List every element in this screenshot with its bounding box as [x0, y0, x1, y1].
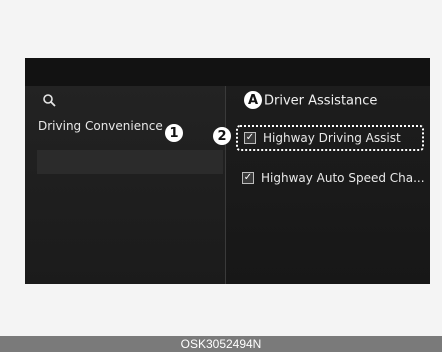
settings-category-panel — [25, 86, 225, 284]
option-label: Highway Driving Assist — [263, 131, 401, 145]
status-bar — [25, 58, 430, 86]
checkmark-icon[interactable]: ✓ — [244, 132, 256, 144]
image-code: OSK3052494N — [180, 337, 262, 351]
category-item-driving-convenience[interactable] — [37, 150, 223, 174]
section-title: Driver Assistance — [264, 93, 378, 109]
search-icon[interactable] — [43, 94, 56, 107]
callout-badge-1: 1 — [165, 124, 183, 142]
callout-badge-2: 2 — [213, 127, 231, 145]
option-label: Highway Auto Speed Cha... — [261, 171, 424, 185]
callout-badge-a: A — [244, 91, 262, 109]
checkmark-icon[interactable]: ✓ — [242, 172, 254, 184]
caption-bar: OSK3052494N — [0, 336, 442, 352]
option-highway-auto-speed[interactable]: ✓ Highway Auto Speed Cha... — [236, 165, 424, 191]
category-label: Driving Convenience — [38, 119, 163, 133]
option-highway-driving-assist[interactable]: ✓ Highway Driving Assist — [236, 125, 424, 151]
